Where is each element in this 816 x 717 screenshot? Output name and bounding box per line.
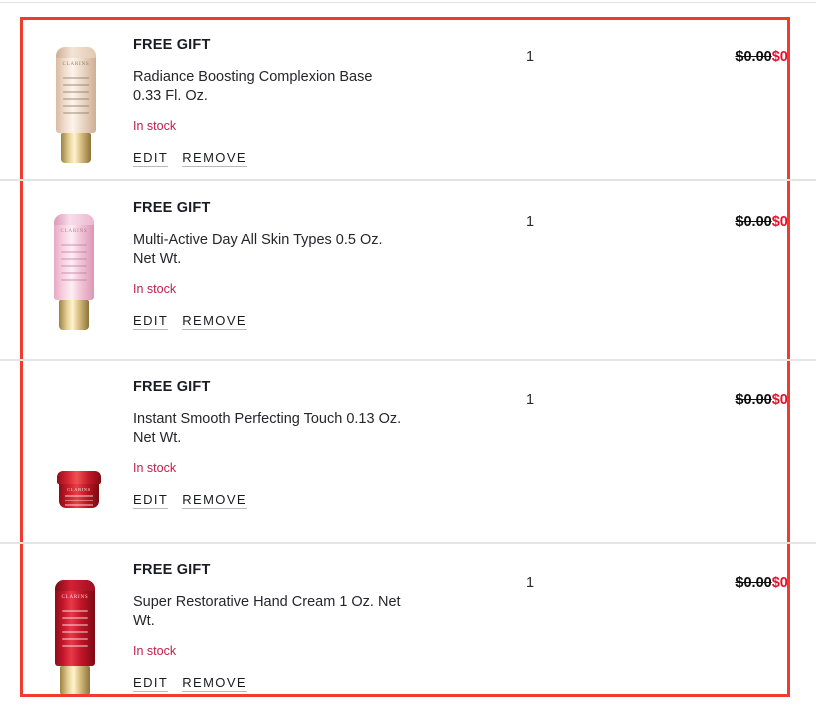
product-name: Radiance Boosting Complexion Base 0.33 F… — [133, 69, 373, 104]
price-current: $0.00 — [771, 392, 788, 408]
stock-status: In stock — [133, 282, 177, 296]
price-current: $0.00 — [771, 575, 788, 591]
price-current: $0.00 — [771, 214, 788, 230]
stock-status: In stock — [133, 461, 177, 475]
product-thumbnail-cell: CLARINS — [46, 379, 131, 562]
free-gift-badge: FREE GIFT — [133, 379, 211, 395]
quantity-value: 1 — [526, 575, 535, 591]
cart-item-row: CLARINS FREE GIFT Instant Smooth Perfect… — [46, 379, 788, 562]
price-cell: $0.00$0.00 — [735, 214, 788, 230]
cart-item-row: CLARINS FREE GIFT Super Restorative Hand… — [46, 562, 788, 694]
page-top-divider — [0, 2, 816, 3]
thumb-brand-text: CLARINS — [61, 595, 89, 600]
pink-tube-product-image: CLARINS — [54, 214, 94, 330]
free-gift-badge: FREE GIFT — [133, 562, 211, 578]
price-cell: $0.00$0.00 — [735, 392, 788, 408]
quantity-value: 1 — [526, 392, 535, 408]
price-cell: $0.00$0.00 — [735, 575, 788, 591]
red-tube-product-image: CLARINS — [55, 580, 95, 694]
edit-link[interactable]: EDIT — [133, 675, 169, 692]
thumb-brand-text: CLARINS — [60, 229, 88, 234]
remove-link[interactable]: REMOVE — [182, 675, 247, 692]
free-gift-cart-block: CLARINS FREE GIFT Radiance Boosting Comp… — [20, 17, 790, 697]
stock-status: In stock — [133, 119, 177, 133]
product-thumbnail-cell: CLARINS — [46, 200, 131, 379]
price-original: $0.00 — [735, 49, 772, 65]
edit-link[interactable]: EDIT — [133, 150, 169, 167]
product-thumbnail-cell: CLARINS — [46, 562, 131, 694]
quantity-value: 1 — [526, 214, 535, 230]
remove-link[interactable]: REMOVE — [182, 492, 247, 509]
cart-item-row: CLARINS FREE GIFT Multi-Active Day All S… — [46, 200, 788, 379]
thumb-brand-text: CLARINS — [62, 62, 90, 67]
product-info-cell: FREE GIFT Super Restorative Hand Cream 1… — [133, 562, 463, 692]
product-name: Instant Smooth Perfecting Touch 0.13 Oz.… — [133, 411, 402, 446]
free-gift-badge: FREE GIFT — [133, 37, 211, 53]
product-info-cell: FREE GIFT Radiance Boosting Complexion B… — [133, 37, 463, 167]
row-divider — [0, 359, 816, 361]
stock-status: In stock — [133, 644, 177, 658]
price-current: $0.00 — [771, 49, 788, 65]
product-name: Multi-Active Day All Skin Types 0.5 Oz. … — [133, 232, 383, 267]
red-jar-product-image: CLARINS — [57, 471, 101, 508]
remove-link[interactable]: REMOVE — [182, 313, 247, 330]
item-actions: EDIT REMOVE — [133, 492, 463, 509]
price-cell: $0.00$0.00 — [735, 49, 788, 65]
product-info-cell: FREE GIFT Multi-Active Day All Skin Type… — [133, 200, 463, 330]
remove-link[interactable]: REMOVE — [182, 150, 247, 167]
quantity-value: 1 — [526, 49, 535, 65]
edit-link[interactable]: EDIT — [133, 492, 169, 509]
free-gift-badge: FREE GIFT — [133, 200, 211, 216]
product-info-cell: FREE GIFT Instant Smooth Perfecting Touc… — [133, 379, 463, 509]
product-name: Super Restorative Hand Cream 1 Oz. Net W… — [133, 594, 401, 629]
edit-link[interactable]: EDIT — [133, 313, 169, 330]
product-thumbnail-cell: CLARINS — [46, 37, 131, 200]
price-original: $0.00 — [735, 214, 772, 230]
thumb-brand-text: CLARINS — [67, 487, 91, 492]
nude-tube-product-image: CLARINS — [56, 47, 96, 163]
price-original: $0.00 — [735, 575, 772, 591]
item-actions: EDIT REMOVE — [133, 313, 463, 330]
price-original: $0.00 — [735, 392, 772, 408]
cart-item-row: CLARINS FREE GIFT Radiance Boosting Comp… — [46, 37, 788, 200]
row-divider — [0, 542, 816, 544]
row-divider — [0, 179, 816, 181]
item-actions: EDIT REMOVE — [133, 675, 463, 692]
item-actions: EDIT REMOVE — [133, 150, 463, 167]
